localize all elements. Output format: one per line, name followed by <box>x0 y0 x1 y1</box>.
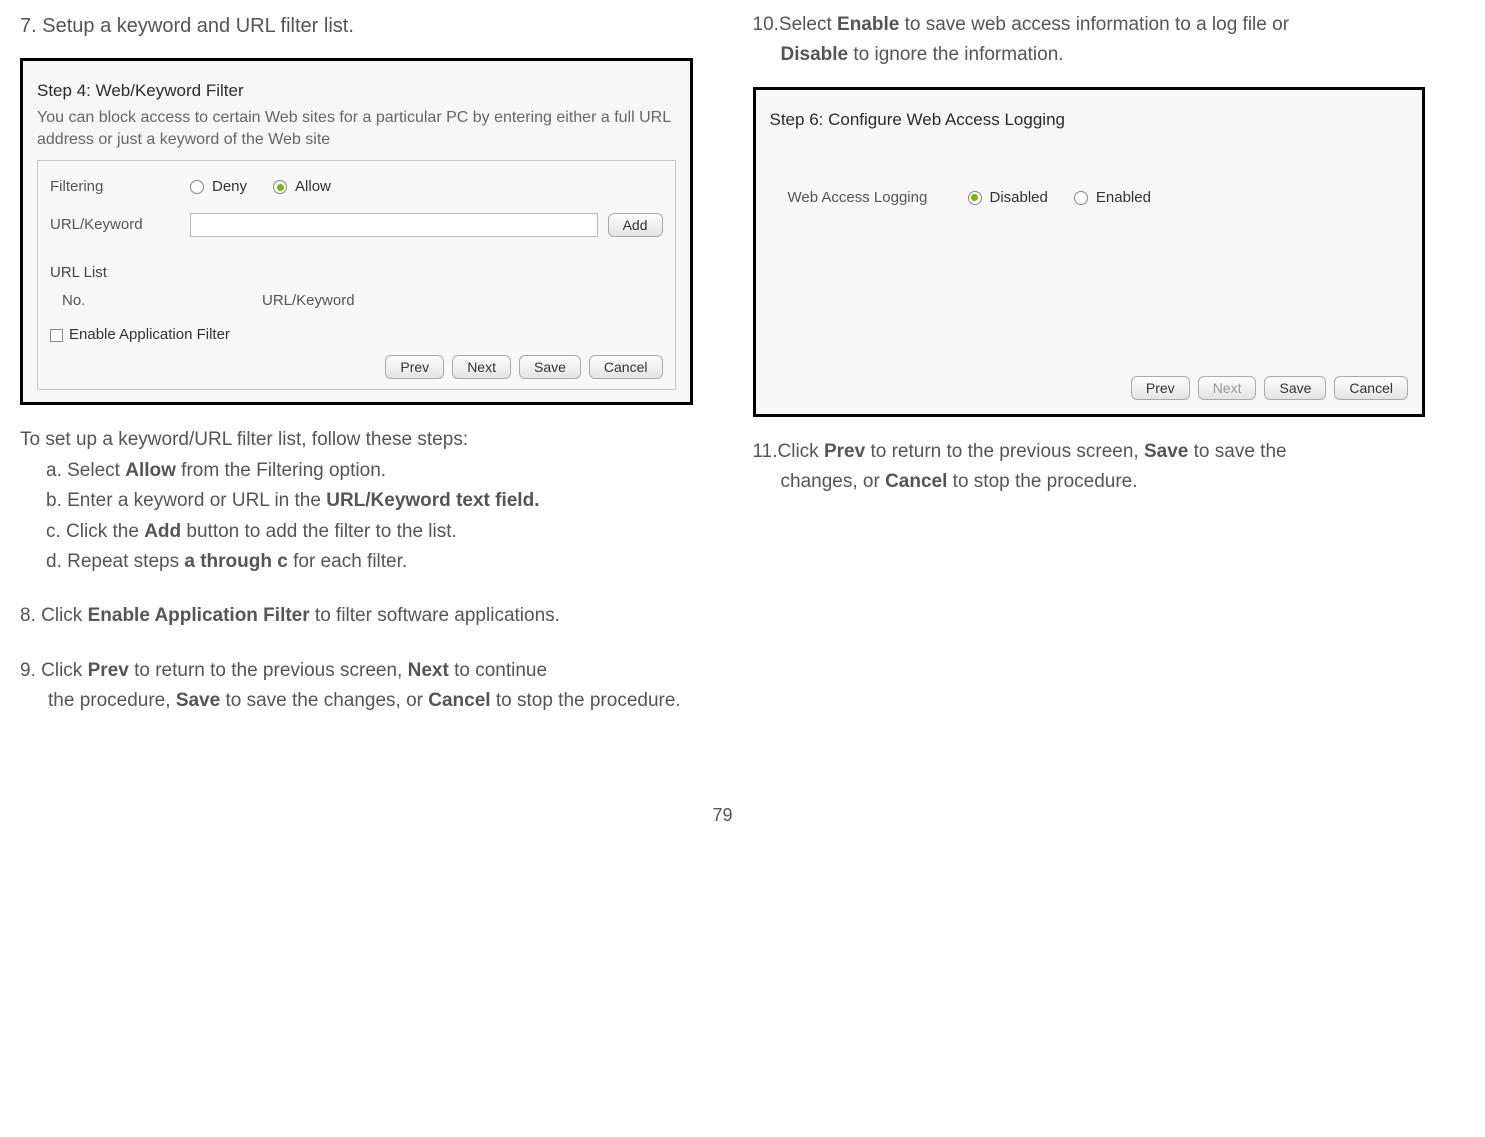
col-urlkw: URL/Keyword <box>262 289 355 313</box>
url-keyword-input[interactable] <box>190 213 598 237</box>
screenshot-step6: Step 6: Configure Web Access Logging Web… <box>753 87 1426 417</box>
radio-enabled-label: Enabled <box>1096 186 1151 210</box>
enable-app-filter-checkbox[interactable] <box>50 329 63 342</box>
ss6-title: Step 6: Configure Web Access Logging <box>770 106 1409 133</box>
radio-disabled[interactable] <box>968 191 982 205</box>
step-8: 8. Click Enable Application Filter to fi… <box>20 601 693 631</box>
substep-d: d. Repeat steps a through c for each fil… <box>20 547 693 577</box>
filter-instructions: To set up a keyword/URL filter list, fol… <box>20 425 693 577</box>
step-7-heading: 7. Setup a keyword and URL filter list. <box>20 10 693 42</box>
next-button[interactable]: Next <box>452 355 511 379</box>
url-list-label: URL List <box>50 261 663 285</box>
prev-button[interactable]: Prev <box>385 355 444 379</box>
cancel-button[interactable]: Cancel <box>589 355 663 379</box>
radio-deny[interactable] <box>190 180 204 194</box>
filtering-label: Filtering <box>50 175 190 199</box>
screenshot-step4: Step 4: Web/Keyword Filter You can block… <box>20 58 693 405</box>
col-no: No. <box>62 289 262 313</box>
left-column: 7. Setup a keyword and URL filter list. … <box>20 10 693 741</box>
save-button-2[interactable]: Save <box>1264 376 1326 400</box>
instr-intro: To set up a keyword/URL filter list, fol… <box>20 425 693 455</box>
step-9: 9. Click Prev to return to the previous … <box>20 656 693 717</box>
next-button-2[interactable]: Next <box>1198 376 1257 400</box>
radio-deny-label: Deny <box>212 175 247 199</box>
cancel-button-2[interactable]: Cancel <box>1334 376 1408 400</box>
step-10: 10.Select Enable to save web access info… <box>753 10 1426 71</box>
ss4-desc: You can block access to certain Web site… <box>37 107 676 150</box>
substep-b: b. Enter a keyword or URL in the URL/Key… <box>20 486 693 516</box>
radio-enabled[interactable] <box>1074 191 1088 205</box>
prev-button-2[interactable]: Prev <box>1131 376 1190 400</box>
page-number: 79 <box>20 801 1425 830</box>
url-keyword-label: URL/Keyword <box>50 213 190 237</box>
add-button[interactable]: Add <box>608 213 663 237</box>
url-list-header: No. URL/Keyword <box>50 289 663 313</box>
web-access-logging-label: Web Access Logging <box>788 186 968 210</box>
enable-app-filter-label: Enable Application Filter <box>69 323 230 347</box>
right-column: 10.Select Enable to save web access info… <box>753 10 1426 741</box>
substep-c: c. Click the Add button to add the filte… <box>20 517 693 547</box>
ss4-title: Step 4: Web/Keyword Filter <box>37 77 676 104</box>
save-button[interactable]: Save <box>519 355 581 379</box>
radio-allow[interactable] <box>273 180 287 194</box>
substep-a: a. Select Allow from the Filtering optio… <box>20 456 693 486</box>
radio-allow-label: Allow <box>295 175 331 199</box>
step-11: 11.Click Prev to return to the previous … <box>753 437 1426 498</box>
radio-disabled-label: Disabled <box>990 186 1048 210</box>
ss4-panel: Filtering Deny Allow URL/Keyword Add URL… <box>37 160 676 390</box>
